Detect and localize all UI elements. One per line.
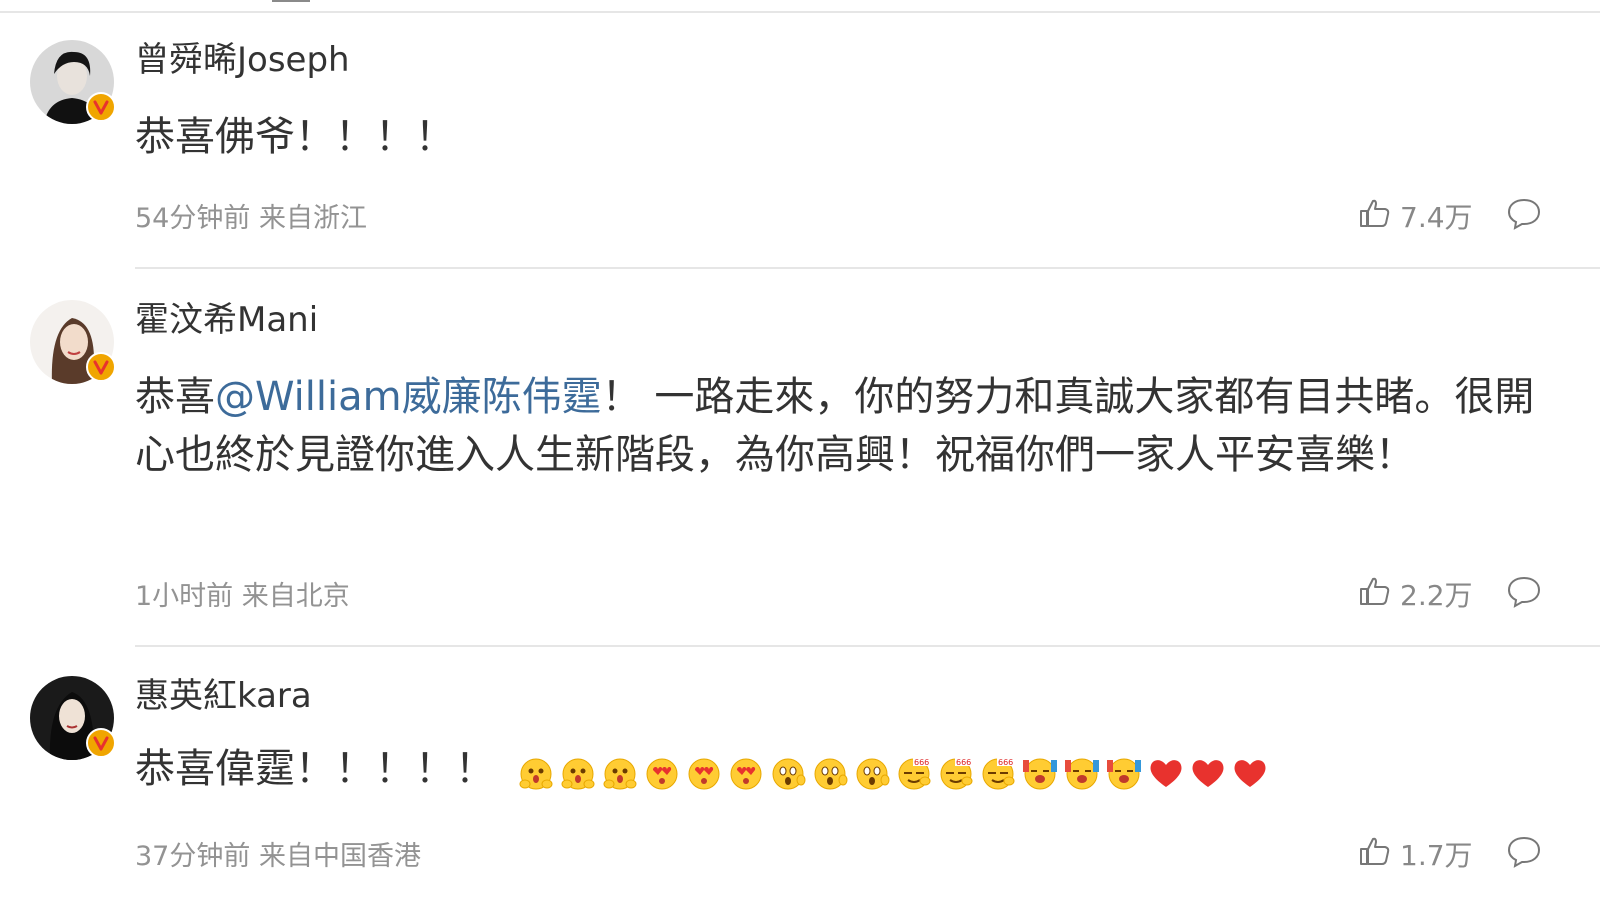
svg-text:666: 666: [956, 758, 971, 767]
hug-emoji-icon: [603, 758, 637, 790]
heart-eyes-emoji-icon: [646, 758, 678, 790]
verified-v-badge-icon: [86, 92, 116, 122]
surprised-emoji-icon: [856, 758, 890, 790]
surprised-emoji-icon: [772, 758, 806, 790]
verified-v-badge-icon: [86, 728, 116, 758]
cheer-emoji-icon: [1023, 758, 1057, 790]
comment-text: 恭喜@William威廉陈伟霆！ 一路走來，你的努力和真誠大家都有目共睹。很開心…: [135, 368, 1535, 484]
timestamp: 37分钟前: [135, 841, 251, 872]
emoji-row: 666 666 666: [517, 742, 1273, 800]
svg-text:666: 666: [998, 758, 1013, 767]
comment-bubble-icon: [1507, 198, 1541, 230]
comment-meta: 1小时前 来自北京: [135, 574, 350, 613]
active-tab-indicator: [272, 0, 310, 2]
avatar[interactable]: [30, 676, 116, 760]
comment-bubble-icon: [1507, 836, 1541, 868]
hug-emoji-icon: [561, 758, 595, 790]
svg-text:666: 666: [914, 758, 929, 767]
thumbs-up-icon: [1360, 199, 1390, 227]
reply-button[interactable]: [1506, 196, 1542, 236]
heart-eyes-emoji-icon: [730, 758, 762, 790]
username[interactable]: 曾舜晞Joseph: [135, 40, 1535, 80]
heart-eyes-emoji-icon: [688, 758, 720, 790]
comment-meta: 37分钟前 来自中国香港: [135, 834, 421, 873]
like-count: 7.4万: [1400, 201, 1473, 234]
comment-meta: 54分钟前 来自浙江: [135, 196, 367, 235]
avatar[interactable]: [30, 300, 116, 384]
username[interactable]: 霍汶希Mani: [135, 300, 1535, 340]
reply-button[interactable]: [1506, 574, 1542, 614]
divider: [135, 267, 1600, 269]
timestamp: 1小时前: [135, 581, 234, 612]
location: 来自浙江: [258, 203, 367, 234]
red-heart-emoji-icon: [1192, 760, 1224, 787]
666-emoji-icon: 666: [982, 757, 1015, 790]
username[interactable]: 惠英紅kara: [135, 676, 1535, 716]
surprised-emoji-icon: [814, 758, 848, 790]
comment-text-start: 恭喜偉霆！！！！！: [135, 746, 495, 792]
location: 来自北京: [241, 581, 350, 612]
comment-bubble-icon: [1507, 576, 1541, 608]
like-count: 2.2万: [1400, 579, 1473, 612]
red-heart-emoji-icon: [1150, 760, 1182, 787]
like-button[interactable]: 2.2万: [1356, 572, 1476, 612]
hug-emoji-icon: [519, 758, 553, 790]
red-heart-emoji-icon: [1234, 760, 1266, 787]
location: 来自中国香港: [258, 841, 421, 872]
666-emoji-icon: 666: [940, 757, 973, 790]
thumbs-up-icon: [1360, 577, 1390, 605]
mention-link[interactable]: @William威廉陈伟霆: [215, 374, 602, 420]
comment-text: 恭喜佛爷！！！！: [135, 114, 455, 160]
comment-text: 恭喜偉霆！！！！！ 666 666 666: [135, 740, 1535, 800]
divider: [135, 645, 1600, 647]
verified-v-badge-icon: [86, 352, 116, 382]
avatar[interactable]: [30, 40, 116, 124]
timestamp: 54分钟前: [135, 203, 251, 234]
666-emoji-icon: 666: [898, 757, 931, 790]
thumbs-up-icon: [1360, 837, 1390, 865]
cheer-emoji-icon: [1107, 758, 1141, 790]
top-divider: [0, 11, 1600, 13]
comment-text-start: 恭喜: [135, 374, 215, 420]
like-count: 1.7万: [1400, 839, 1473, 872]
like-button[interactable]: 1.7万: [1356, 832, 1476, 872]
cheer-emoji-icon: [1065, 758, 1099, 790]
reply-button[interactable]: [1506, 834, 1542, 874]
like-button[interactable]: 7.4万: [1356, 194, 1476, 234]
